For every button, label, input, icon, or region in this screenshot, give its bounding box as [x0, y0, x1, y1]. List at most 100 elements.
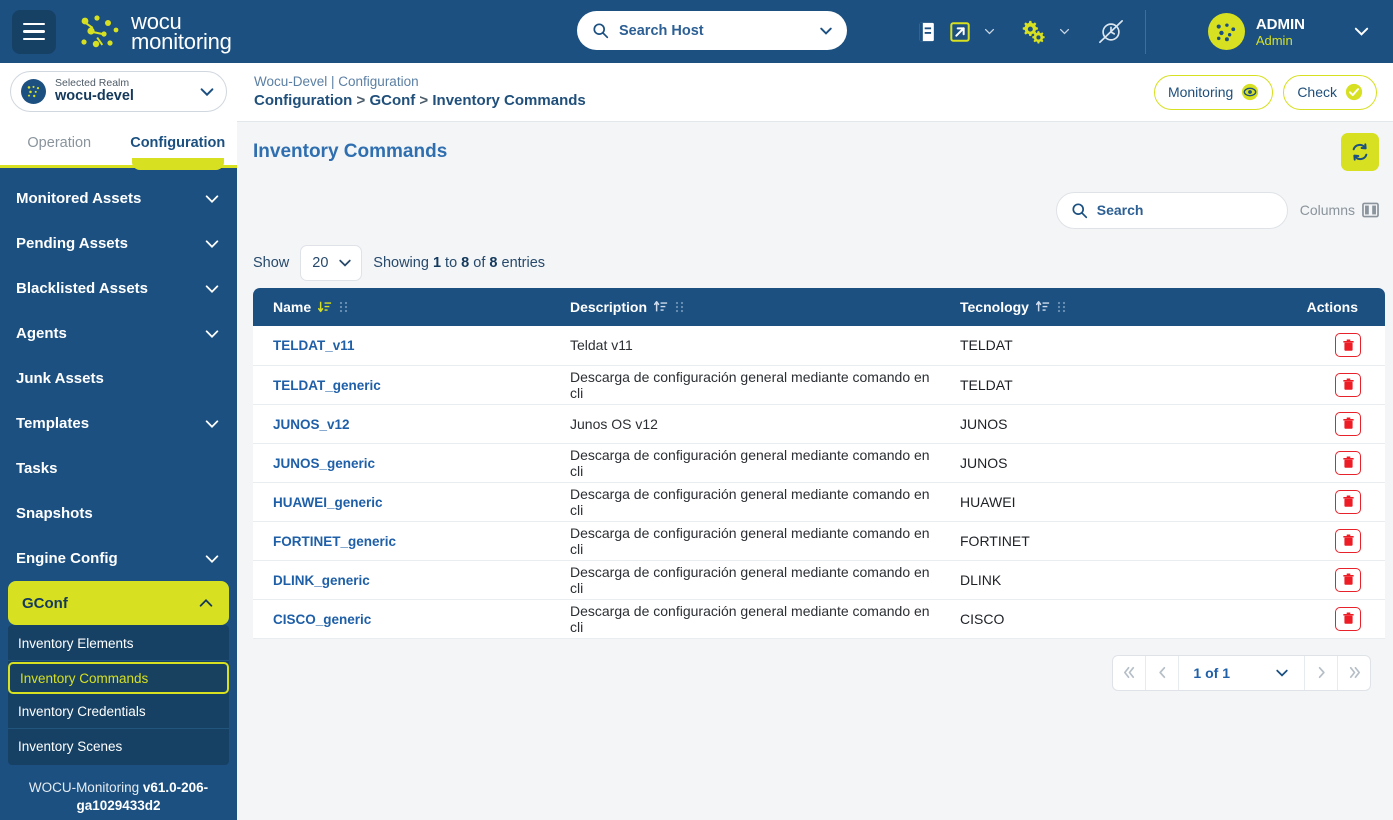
column-header-tecnology-label: Tecnology: [960, 299, 1029, 315]
page-size-select[interactable]: 20: [300, 245, 363, 281]
chevron-down-icon[interactable]: [198, 83, 216, 101]
breadcrumb-part-configuration[interactable]: Configuration: [254, 92, 352, 109]
table-row[interactable]: FORTINET_generic Descarga de configuraci…: [253, 521, 1385, 560]
chevron-down-icon[interactable]: [818, 23, 834, 39]
table-row[interactable]: TELDAT_generic Descarga de configuración…: [253, 365, 1385, 404]
pagination-first-button[interactable]: [1113, 655, 1147, 690]
table-row[interactable]: CISCO_generic Descarga de configuración …: [253, 599, 1385, 638]
row-name-link[interactable]: HUAWEI_generic: [273, 495, 383, 510]
sidebar-item-junk-assets[interactable]: Junk Assets: [0, 356, 237, 401]
delete-row-button[interactable]: [1335, 528, 1361, 553]
sidebar-item-agents[interactable]: Agents: [0, 311, 237, 356]
row-description: Descarga de configuración general median…: [570, 563, 930, 596]
table-row[interactable]: HUAWEI_generic Descarga de configuración…: [253, 482, 1385, 521]
app-version: WOCU-Monitoring v61.0-206-ga1029433d2: [0, 765, 237, 820]
pagination-last-button[interactable]: [1337, 655, 1370, 690]
sidebar-item-pending-assets[interactable]: Pending Assets: [0, 221, 237, 266]
chevron-up-icon: [199, 599, 213, 607]
version-prefix: WOCU-Monitoring: [28, 780, 143, 795]
delete-row-button[interactable]: [1335, 489, 1361, 514]
submenu-item-inventory-scenes[interactable]: Inventory Scenes: [8, 729, 229, 763]
trash-icon: [1342, 378, 1354, 390]
chevron-left-icon: [1159, 666, 1166, 679]
show-entries-row: Show 20 Showing 1 to 8 of 8 entries: [237, 238, 1393, 288]
submenu-item-inventory-elements[interactable]: Inventory Elements: [8, 627, 229, 661]
trash-icon: [1342, 495, 1354, 507]
external-link-dropdown-icon[interactable]: [979, 21, 1000, 42]
external-link-icon[interactable]: [945, 17, 975, 47]
inventory-commands-table: Name Description Tecnology Actions TELDA…: [253, 288, 1385, 639]
pagination-next-button[interactable]: [1304, 655, 1337, 690]
drag-handle-icon[interactable]: [1057, 300, 1066, 314]
column-header-name[interactable]: Name: [253, 288, 558, 326]
column-header-tecnology[interactable]: Tecnology: [948, 288, 1265, 326]
eye-icon: [1242, 83, 1259, 101]
gears-dropdown-icon[interactable]: [1054, 21, 1075, 42]
clock-disabled-icon[interactable]: [1093, 15, 1129, 49]
chevron-down-icon: [205, 284, 219, 293]
row-name-link[interactable]: JUNOS_v12: [273, 417, 350, 432]
breadcrumb-part-gconf[interactable]: GConf: [369, 92, 415, 109]
table-row[interactable]: TELDAT_v11 Teldat v11 TELDAT: [253, 326, 1385, 365]
sidebar: Selected Realm wocu-devel Operation Conf…: [0, 63, 237, 820]
refresh-button[interactable]: [1341, 133, 1379, 171]
chevron-right-icon: [1318, 666, 1325, 679]
sidebar-item-templates[interactable]: Templates: [0, 401, 237, 446]
sidebar-item-label: Blacklisted Assets: [16, 280, 149, 297]
check-button[interactable]: Check: [1283, 74, 1377, 110]
delete-row-button[interactable]: [1335, 372, 1361, 397]
app-logo[interactable]: wocu monitoring: [78, 10, 232, 52]
chevron-down-icon[interactable]: [1352, 22, 1371, 41]
sort-ascending-icon[interactable]: [654, 300, 668, 314]
sidebar-item-engine-config[interactable]: Engine Config: [0, 536, 237, 581]
delete-row-button[interactable]: [1335, 567, 1361, 592]
row-name-link[interactable]: TELDAT_v11: [273, 338, 355, 353]
delete-row-button[interactable]: [1335, 411, 1361, 436]
submenu-item-inventory-credentials[interactable]: Inventory Credentials: [8, 695, 229, 729]
row-tecnology: TELDAT: [960, 376, 1013, 393]
gears-icon[interactable]: [1016, 16, 1050, 48]
tab-configuration[interactable]: Configuration: [119, 121, 238, 170]
drag-handle-icon[interactable]: [339, 300, 348, 314]
row-name-link[interactable]: DLINK_generic: [273, 573, 370, 588]
page-header: Inventory Commands: [237, 122, 1393, 182]
monitoring-button[interactable]: Monitoring: [1153, 74, 1274, 110]
realm-selector[interactable]: Selected Realm wocu-devel: [10, 71, 227, 112]
sidebar-item-gconf[interactable]: GConf: [8, 581, 229, 625]
table-row[interactable]: JUNOS_v12 Junos OS v12 JUNOS: [253, 404, 1385, 443]
column-header-description[interactable]: Description: [558, 288, 948, 326]
sidebar-item-blacklisted-assets[interactable]: Blacklisted Assets: [0, 266, 237, 311]
table-row[interactable]: JUNOS_generic Descarga de configuración …: [253, 443, 1385, 482]
pagination-page-select[interactable]: 1 of 1: [1179, 665, 1304, 681]
topbar-divider: [1145, 9, 1146, 54]
sort-ascending-icon[interactable]: [1035, 300, 1050, 314]
breadcrumb-bar: Wocu-Devel | Configuration Configuration…: [237, 63, 1393, 122]
drag-handle-icon[interactable]: [675, 300, 684, 314]
columns-button[interactable]: Columns: [1300, 202, 1379, 218]
profile-menu[interactable]: ADMIN Admin: [1202, 8, 1377, 55]
sidebar-item-label: Snapshots: [16, 505, 93, 522]
search-host-input[interactable]: Search Host: [577, 11, 847, 50]
sidebar-item-snapshots[interactable]: Snapshots: [0, 491, 237, 536]
row-name-link[interactable]: JUNOS_generic: [273, 456, 375, 471]
hamburger-menu-icon[interactable]: [12, 9, 56, 54]
sidebar-item-monitored-assets[interactable]: Monitored Assets: [0, 176, 237, 221]
submenu-item-inventory-commands[interactable]: Inventory Commands: [8, 662, 229, 694]
sort-descending-icon[interactable]: [318, 300, 332, 314]
row-description: Descarga de configuración general median…: [570, 524, 930, 557]
delete-row-button[interactable]: [1335, 333, 1361, 358]
delete-row-button[interactable]: [1335, 450, 1361, 475]
tab-operation[interactable]: Operation: [0, 121, 119, 165]
delete-row-button[interactable]: [1335, 606, 1361, 631]
pagination-prev-button[interactable]: [1146, 655, 1180, 690]
sidebar-item-tasks[interactable]: Tasks: [0, 446, 237, 491]
row-name-link[interactable]: FORTINET_generic: [273, 534, 396, 549]
search-input[interactable]: Search: [1055, 191, 1288, 229]
row-name-link[interactable]: TELDAT_generic: [273, 378, 381, 393]
hamburger-bar: [23, 30, 45, 33]
row-name-link[interactable]: CISCO_generic: [273, 612, 371, 627]
profile-role: Admin: [1255, 32, 1293, 48]
table-row[interactable]: DLINK_generic Descarga de configuración …: [253, 560, 1385, 599]
book-icon[interactable]: [912, 17, 941, 47]
breadcrumb-part-inventory-commands[interactable]: Inventory Commands: [432, 92, 585, 109]
